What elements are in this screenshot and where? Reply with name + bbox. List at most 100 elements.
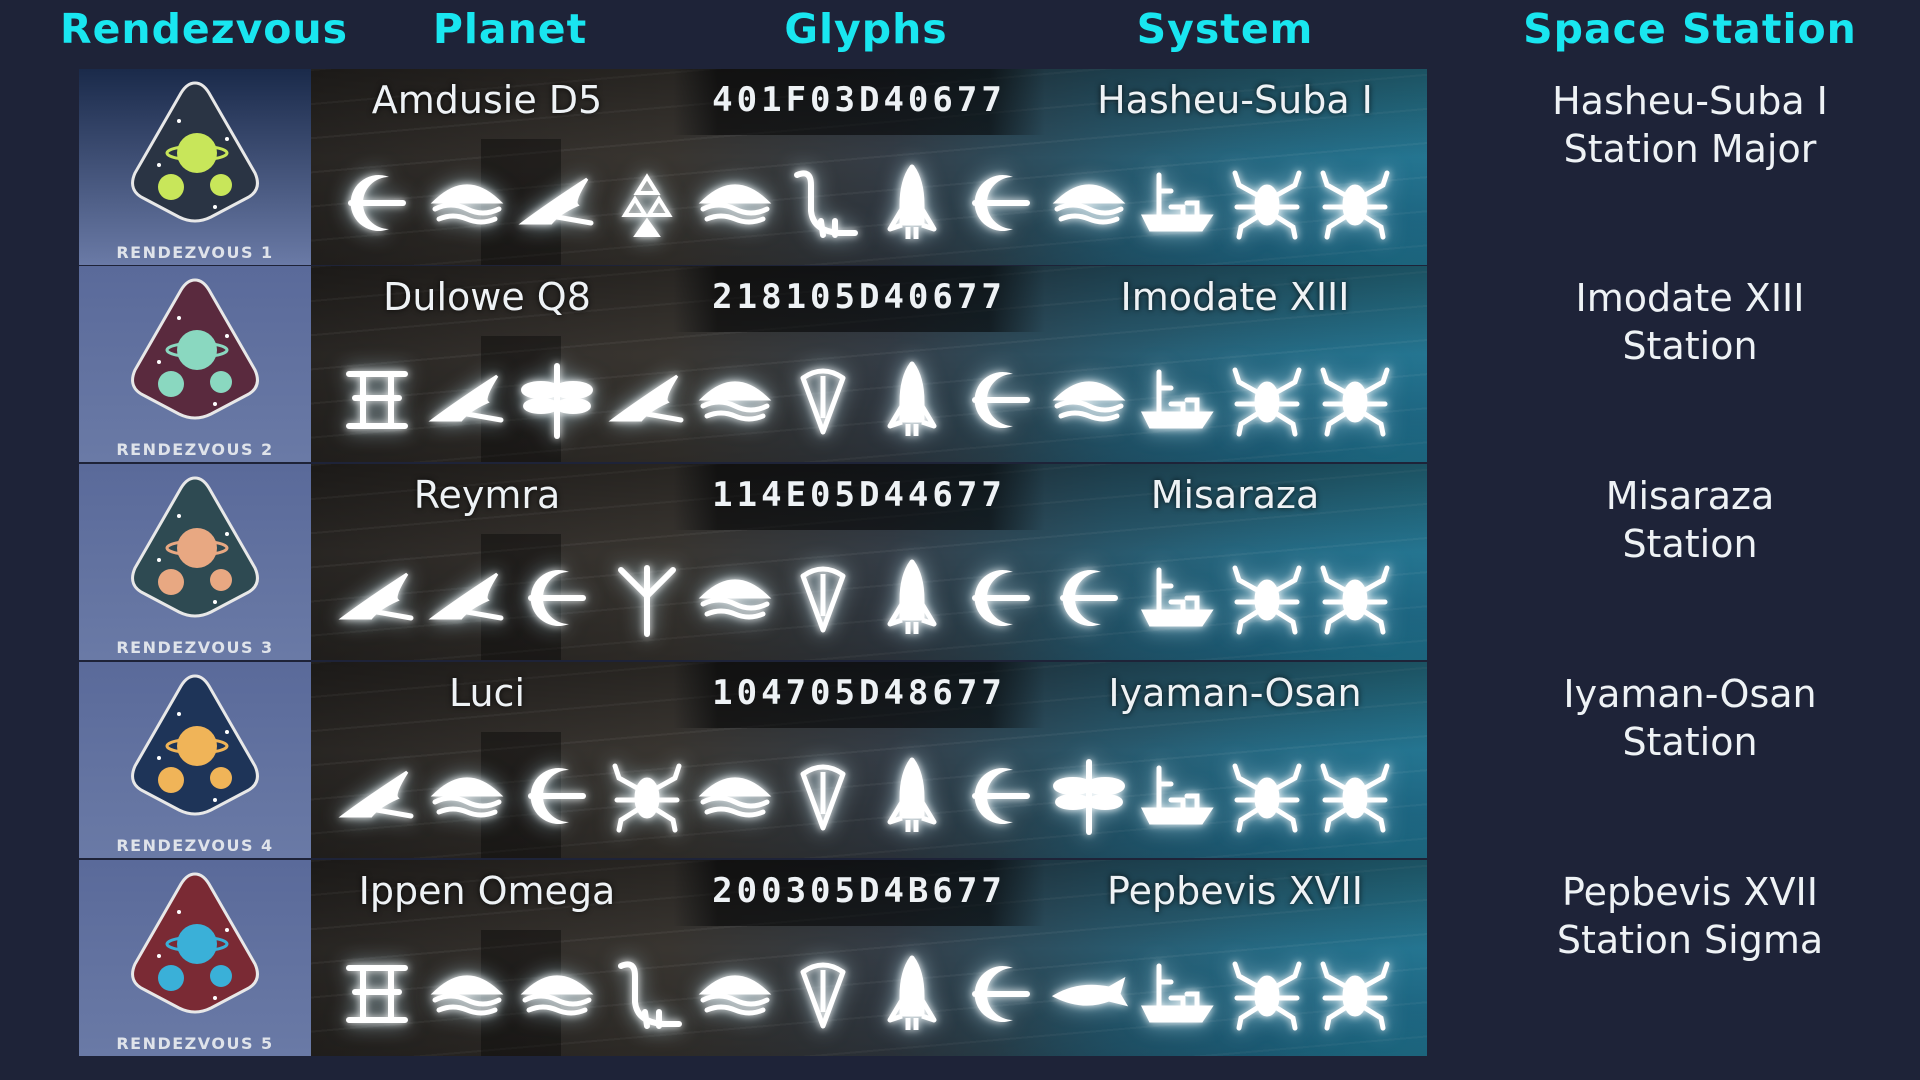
planet-name: Luci: [448, 671, 526, 715]
glyph-rocket-icon: [872, 754, 952, 838]
glyph-portal-icon: [337, 952, 417, 1036]
system-name: Iyaman-Osan: [1108, 671, 1362, 715]
glyph-dragonfly-icon: [1049, 754, 1129, 838]
header-glyphs: Glyphs: [784, 5, 948, 53]
glyph-drop-icon: [783, 556, 863, 640]
rendezvous-label: RENDEZVOUS 5: [116, 1034, 274, 1053]
glyph-rocket-icon: [872, 556, 952, 640]
rendezvous-emblem: RENDEZVOUS 5: [79, 860, 311, 1056]
station-line-1: Iyaman-Osan: [1563, 672, 1817, 716]
glyph-ship-icon: [1137, 556, 1217, 640]
glyph-bug-icon: [1227, 754, 1307, 838]
station-line-1: Misaraza: [1605, 474, 1775, 518]
glyph-sequence: [337, 952, 1437, 1036]
glyph-boat-icon: [695, 556, 775, 640]
header-rendezvous: Rendezvous: [60, 5, 349, 53]
rendezvous-label: RENDEZVOUS 1: [116, 243, 274, 262]
glyph-eclipse-icon: [517, 754, 597, 838]
glyph-sequence: [337, 358, 1437, 442]
table-row: RENDEZVOUS 1 Amdusie D5 401F03D40677 Hasheu…: [79, 69, 1427, 265]
glyph-ship-icon: [1137, 952, 1217, 1036]
glyph-bird-icon: [337, 556, 417, 640]
glyph-bug-icon: [1315, 754, 1395, 838]
glyph-boat-icon: [427, 754, 507, 838]
glyph-eclipse-icon: [1049, 556, 1129, 640]
glyph-sequence: [337, 556, 1437, 640]
space-station-name: Misaraza Station: [1490, 472, 1890, 568]
station-line-1: Hasheu-Suba I: [1552, 79, 1828, 123]
system-name: Misaraza: [1150, 473, 1320, 517]
glyph-code: 200305D4B677: [712, 871, 1006, 911]
glyph-boat-icon: [1049, 161, 1129, 245]
table-row: RENDEZVOUS 2 Dulowe Q8 218105D40677 Imodate…: [79, 266, 1427, 462]
station-line-2: Station Sigma: [1556, 918, 1824, 962]
station-line-2: Station Major: [1563, 127, 1817, 171]
glyph-boat-icon: [695, 161, 775, 245]
station-line-1: Imodate XIII: [1575, 276, 1805, 320]
rendezvous-emblem: RENDEZVOUS 4: [79, 662, 311, 858]
planet-name: Dulowe Q8: [383, 275, 591, 319]
glyph-code: 104705D48677: [712, 673, 1006, 713]
triangle-planets-icon: [131, 872, 259, 1014]
table-row: RENDEZVOUS 3 Reymra 114E05D44677 Misaraza: [79, 464, 1427, 660]
glyph-dinosaur-icon: [783, 161, 863, 245]
glyph-bug-icon: [607, 754, 687, 838]
rendezvous-emblem: RENDEZVOUS 1: [79, 69, 311, 265]
glyph-rocket-icon: [872, 952, 952, 1036]
glyph-eclipse-icon: [517, 556, 597, 640]
glyph-bird-icon: [427, 556, 507, 640]
glyph-rocket-icon: [872, 161, 952, 245]
table-row: RENDEZVOUS 5 Ippen Omega 200305D4B677 Pepbe…: [79, 860, 1427, 1056]
glyph-eclipse-icon: [961, 358, 1041, 442]
station-line-2: Station: [1622, 324, 1758, 368]
glyph-sequence: [337, 754, 1437, 838]
glyph-drop-icon: [783, 754, 863, 838]
glyph-bug-icon: [1315, 161, 1395, 245]
glyph-dinosaur-icon: [607, 952, 687, 1036]
glyph-ship-icon: [1137, 754, 1217, 838]
glyph-boat-icon: [695, 358, 775, 442]
glyph-boat-icon: [695, 952, 775, 1036]
space-station-name: Iyaman-Osan Station: [1490, 670, 1890, 766]
station-line-2: Station: [1622, 522, 1758, 566]
glyph-boat-icon: [1049, 358, 1129, 442]
glyph-portal-icon: [337, 358, 417, 442]
glyph-sequence: [337, 161, 1437, 245]
glyph-code: 114E05D44677: [712, 475, 1006, 515]
triangle-planets-icon: [131, 81, 259, 223]
triangle-planets-icon: [131, 278, 259, 420]
glyph-code: 401F03D40677: [712, 80, 1006, 120]
space-station-name: Hasheu-Suba I Station Major: [1490, 77, 1890, 173]
glyph-eclipse-icon: [961, 556, 1041, 640]
glyph-bird-icon: [517, 161, 597, 245]
glyph-rocket-icon: [872, 358, 952, 442]
glyph-bug-icon: [1227, 556, 1307, 640]
header-planet: Planet: [432, 5, 588, 53]
space-station-name: Pepbevis XVII Station Sigma: [1490, 868, 1890, 964]
glyph-bird-icon: [337, 754, 417, 838]
glyph-tree-icon: [607, 556, 687, 640]
rendezvous-emblem: RENDEZVOUS 3: [79, 464, 311, 660]
glyph-code: 218105D40677: [712, 277, 1006, 317]
glyph-ship-icon: [1137, 161, 1217, 245]
table-row: RENDEZVOUS 4 Luci 104705D48677 Iyaman-Osan: [79, 662, 1427, 858]
rendezvous-label: RENDEZVOUS 4: [116, 836, 274, 855]
glyph-drop-icon: [783, 952, 863, 1036]
glyph-bird-icon: [607, 358, 687, 442]
glyph-bug-icon: [1227, 952, 1307, 1036]
triangle-planets-icon: [131, 476, 259, 618]
header-system: System: [1136, 5, 1314, 53]
glyph-dragonfly-icon: [517, 358, 597, 442]
glyph-boat-icon: [695, 754, 775, 838]
system-name: Pepbevis XVII: [1107, 869, 1363, 913]
rendezvous-label: RENDEZVOUS 3: [116, 638, 274, 657]
space-station-name: Imodate XIII Station: [1490, 274, 1890, 370]
planet-name: Amdusie D5: [371, 78, 603, 122]
glyph-ship-icon: [1137, 358, 1217, 442]
station-line-1: Pepbevis XVII: [1562, 870, 1818, 914]
planet-name: Reymra: [413, 473, 561, 517]
glyph-drop-icon: [783, 358, 863, 442]
rendezvous-emblem: RENDEZVOUS 2: [79, 266, 311, 462]
triangle-planets-icon: [131, 674, 259, 816]
planet-name: Ippen Omega: [358, 869, 616, 913]
